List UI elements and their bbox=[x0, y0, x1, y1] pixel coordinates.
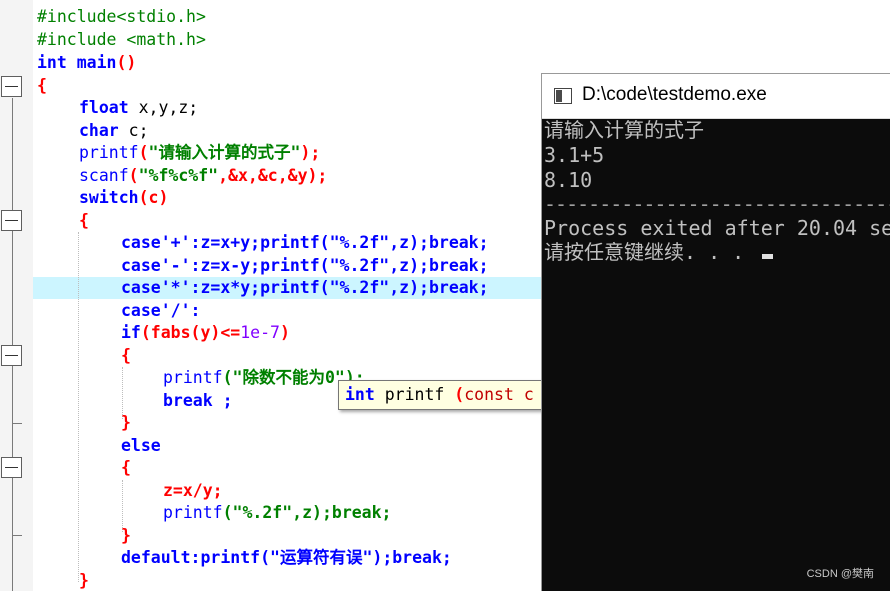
tooltip-type: int bbox=[345, 385, 375, 404]
code-line-26[interactable]: } bbox=[79, 570, 89, 592]
default-keyword: default bbox=[121, 548, 191, 567]
indent-guide bbox=[78, 232, 79, 582]
brace: { bbox=[79, 211, 89, 230]
code-text: :printf("运算符有误");break; bbox=[190, 548, 452, 567]
editor-gutter bbox=[0, 0, 33, 591]
switch-keyword: switch bbox=[79, 188, 139, 207]
signature-tooltip: int printf (const c bbox=[338, 380, 548, 410]
operator: ) bbox=[279, 323, 290, 342]
fold-toggle-switch[interactable] bbox=[1, 210, 22, 231]
console-window[interactable]: D:\code\testdemo.exe 请输入计算的式子 3.1+5 8.10… bbox=[541, 73, 890, 591]
code-line-19[interactable]: } bbox=[121, 412, 131, 434]
watermark: CSDN @樊南 bbox=[806, 568, 874, 580]
case-statement: case'/': bbox=[121, 301, 201, 320]
console-titlebar[interactable]: D:\code\testdemo.exe bbox=[542, 74, 890, 119]
code-line-14[interactable]: case'/': bbox=[121, 300, 200, 322]
string-literal: "请输入计算的式子" bbox=[148, 143, 301, 162]
code-line-5[interactable]: float x,y,z; bbox=[79, 97, 198, 119]
fold-end-tick bbox=[12, 535, 22, 536]
code-text: x,y,z; bbox=[128, 98, 199, 117]
console-title: D:\code\testdemo.exe bbox=[582, 84, 767, 105]
brace: { bbox=[37, 76, 47, 95]
code-line-13[interactable]: case'*':z=x*y;printf("%.2f",z);break; bbox=[121, 277, 489, 299]
code-text: z=x/y; bbox=[163, 481, 223, 500]
code-line-12[interactable]: case'-':z=x-y;printf("%.2f",z);break; bbox=[121, 255, 489, 277]
brace: { bbox=[121, 458, 131, 477]
case-statement: case'+':z=x+y;printf("%.2f",z);break; bbox=[121, 233, 489, 252]
operator: ( bbox=[128, 166, 139, 185]
console-output-line: Process exited after 20.04 se bbox=[544, 216, 890, 240]
code-line-7[interactable]: printf("请输入计算的式子"); bbox=[79, 142, 320, 164]
operator: () bbox=[116, 53, 137, 72]
code-line-20[interactable]: else bbox=[121, 435, 161, 457]
function-call: printf bbox=[79, 143, 139, 162]
code-line-11[interactable]: case'+':z=x+y;printf("%.2f",z);break; bbox=[121, 232, 489, 254]
code-text: (c) bbox=[138, 188, 169, 207]
type-keyword: int bbox=[37, 53, 67, 72]
function-call: scanf bbox=[79, 166, 129, 185]
console-output-line: 请输入计算的式子 bbox=[544, 118, 704, 142]
brace: { bbox=[121, 346, 131, 365]
function-call: printf bbox=[163, 368, 223, 387]
console-separator: -------------------------------- bbox=[544, 192, 890, 216]
break-keyword: break ; bbox=[163, 391, 233, 410]
code-line-24[interactable]: } bbox=[121, 525, 131, 547]
case-statement: case'*':z=x*y;printf("%.2f",z);break; bbox=[121, 278, 489, 297]
tooltip-function: printf bbox=[374, 385, 445, 404]
code-line-16[interactable]: { bbox=[121, 345, 131, 367]
type-keyword: float bbox=[79, 98, 129, 117]
fold-toggle-else[interactable] bbox=[1, 457, 22, 478]
string-literal: "%f%c%f" bbox=[138, 166, 219, 185]
code-line-4[interactable]: { bbox=[37, 75, 47, 97]
code-line-1[interactable]: #include<stdio.h> bbox=[37, 6, 206, 28]
code-line-2[interactable]: #include <math.h> bbox=[37, 29, 206, 51]
code-line-8[interactable]: scanf("%f%c%f",&x,&c,&y); bbox=[79, 165, 327, 187]
brace: } bbox=[121, 526, 131, 545]
console-app-icon bbox=[554, 88, 572, 104]
code-line-9[interactable]: switch(c) bbox=[79, 187, 168, 209]
code-line-6[interactable]: char c; bbox=[79, 120, 149, 142]
function-name: main bbox=[66, 53, 117, 72]
code-line-18[interactable]: break ; bbox=[163, 390, 233, 412]
fold-toggle-if[interactable] bbox=[1, 345, 22, 366]
number-literal: 1e-7 bbox=[240, 323, 280, 342]
brace: } bbox=[79, 571, 89, 590]
function-call: printf bbox=[163, 503, 223, 522]
type-keyword: char bbox=[79, 121, 119, 140]
string-literal: ("%.2f",z);break; bbox=[222, 503, 392, 522]
code-text: c; bbox=[118, 121, 149, 140]
fold-toggle-main[interactable] bbox=[1, 76, 22, 97]
code-text: (fabs(y)<= bbox=[140, 323, 241, 342]
operator: ( bbox=[138, 143, 149, 162]
console-output-line: 8.10 bbox=[544, 168, 593, 192]
code-line-25[interactable]: default:printf("运算符有误");break; bbox=[121, 547, 452, 569]
console-output-line: 3.1+5 bbox=[544, 143, 605, 167]
operator: ); bbox=[300, 143, 321, 162]
tooltip-param: const c bbox=[464, 385, 534, 404]
if-keyword: if bbox=[121, 323, 141, 342]
preprocessor-directive: #include<stdio.h> bbox=[37, 7, 206, 26]
code-line-15[interactable]: if(fabs(y)<=1e-7) bbox=[121, 322, 290, 344]
fold-end-tick bbox=[12, 423, 22, 424]
case-statement: case'-':z=x-y;printf("%.2f",z);break; bbox=[121, 256, 489, 275]
code-text: ,&x,&c,&y); bbox=[218, 166, 328, 185]
code-line-21[interactable]: { bbox=[121, 457, 131, 479]
else-keyword: else bbox=[121, 436, 161, 455]
code-line-10[interactable]: { bbox=[79, 210, 89, 232]
tooltip-paren: ( bbox=[444, 385, 465, 404]
console-cursor bbox=[762, 254, 774, 259]
brace: } bbox=[121, 413, 131, 432]
console-prompt-line: 请按任意键继续. . . bbox=[544, 240, 774, 264]
code-line-17[interactable]: printf("除数不能为0"); bbox=[163, 367, 365, 389]
code-line-3[interactable]: int main() bbox=[37, 52, 136, 74]
code-line-23[interactable]: printf("%.2f",z);break; bbox=[163, 502, 392, 524]
code-line-22[interactable]: z=x/y; bbox=[163, 480, 223, 502]
console-prompt-text: 请按任意键继续. . . bbox=[544, 240, 757, 264]
preprocessor-directive: #include <math.h> bbox=[37, 30, 206, 49]
